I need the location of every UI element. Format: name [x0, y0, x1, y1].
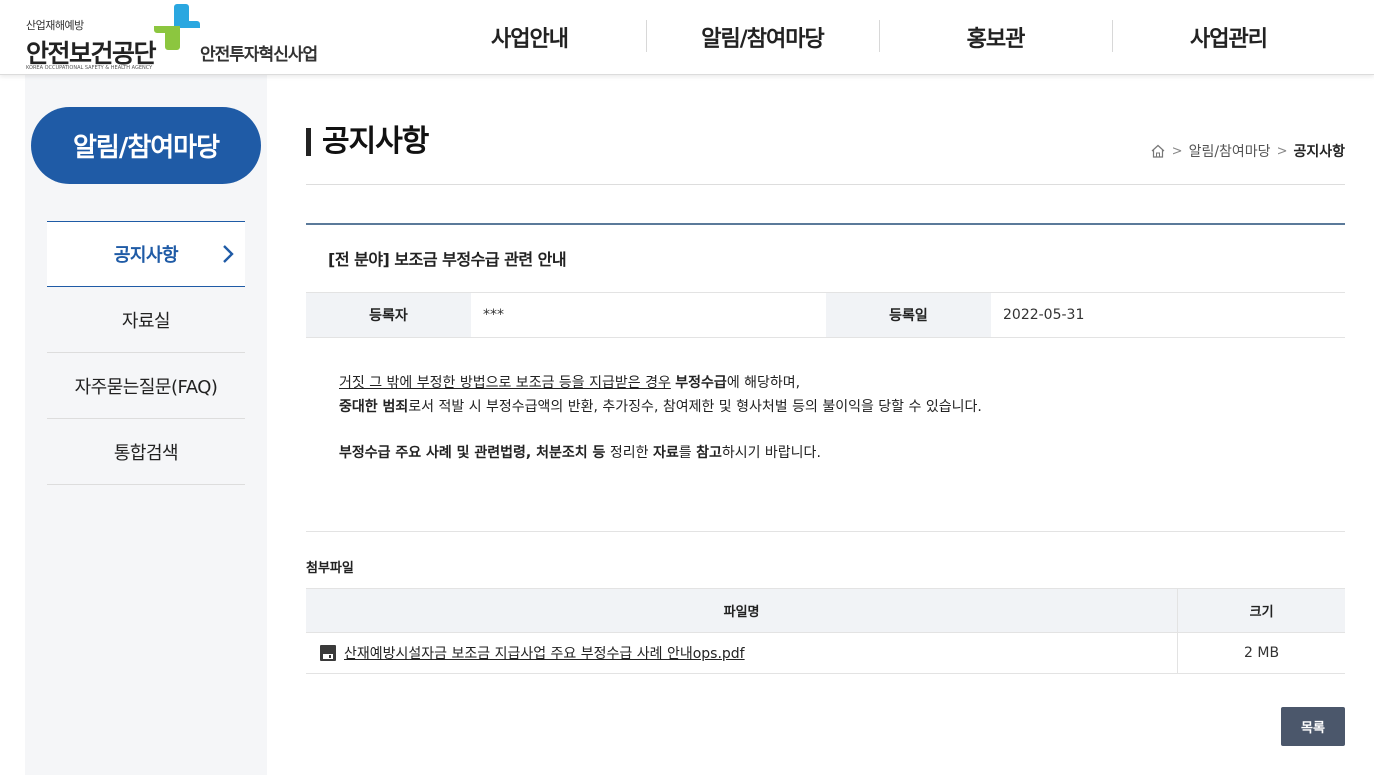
body-text-underlined: 거짓 그 밖에 부정한 방법으로 보조금 등을 지급받은 경우 [339, 375, 671, 391]
author-value: *** [483, 307, 504, 323]
body-text: 에 해당하며, [726, 375, 801, 391]
table-row: 산재예방시설자금 보조금 지급사업 주요 부정수급 사례 안내ops.pdf 2… [306, 632, 1345, 674]
chevron-right-icon: > [1171, 143, 1183, 159]
post-info-row: 등록자 *** 등록일 2022-05-31 [306, 292, 1345, 338]
sidebar-item-label: 자주묻는질문(FAQ) [74, 376, 218, 398]
site-header: 산업재해예방 안전보건공단 KOREA OCCUPATIONAL SAFETY … [0, 0, 1374, 75]
attachments-title: 첨부파일 [306, 561, 354, 576]
cross-logo-icon [154, 4, 200, 50]
gnb-item-notice-participation[interactable]: 알림/참여마당 [646, 0, 879, 74]
file-download-link[interactable]: 산재예방시설자금 보조금 지급사업 주요 부정수급 사례 안내ops.pdf [344, 643, 745, 663]
body-text: 를 [678, 445, 697, 461]
post-body: 거짓 그 밖에 부정한 방법으로 보조금 등을 지급받은 경우 부정수급에 해당… [339, 371, 1319, 465]
gnb-item-business-management[interactable]: 사업관리 [1112, 0, 1345, 74]
page-title: 공지사항 [306, 124, 429, 160]
breadcrumb-item[interactable]: 알림/참여마당 [1189, 141, 1271, 161]
breadcrumb: > 알림/참여마당 > 공지사항 [1150, 141, 1345, 161]
sidebar-item-library[interactable]: 자료실 [47, 287, 245, 353]
column-header-size: 크기 [1177, 588, 1345, 633]
home-icon[interactable] [1150, 144, 1166, 158]
date-value: 2022-05-31 [1003, 307, 1085, 323]
body-line-2: 중대한 범죄로서 적발 시 부정수급액의 반환, 추가징수, 참여제한 및 형사… [339, 395, 1319, 419]
column-header-filename: 파일명 [306, 588, 1178, 633]
logo-subtitle: 산업재해예방 [26, 19, 84, 32]
sidebar-menu: 공지사항 자료실 자주묻는질문(FAQ) 통합검색 [47, 221, 245, 485]
sidebar-item-label: 통합검색 [113, 442, 179, 464]
sidebar-item-faq[interactable]: 자주묻는질문(FAQ) [47, 353, 245, 419]
sidebar-title: 알림/참여마당 [31, 107, 261, 184]
sidebar-item-label: 자료실 [121, 310, 171, 332]
logo-project-name: 안전투자혁신사업 [200, 45, 318, 65]
disk-icon [320, 645, 336, 661]
chevron-right-icon: > [1276, 143, 1288, 159]
body-text-bold: 부정수급 [675, 375, 727, 391]
body-line-3: 부정수급 주요 사례 및 관련법령, 처분조치 등 정리한 자료를 참고하시기 … [339, 441, 1319, 465]
gnb-item-promotion[interactable]: 홍보관 [879, 0, 1112, 74]
gnb-item-business-info[interactable]: 사업안내 [413, 0, 646, 74]
title-divider [306, 184, 1345, 185]
body-text-bold: 부정수급 주요 사례 및 관련법령, 처분조치 등 [339, 445, 606, 461]
main-navigation: 사업안내 알림/참여마당 홍보관 사업관리 [413, 0, 1345, 74]
body-text-bold: 자료 [652, 445, 679, 461]
author-label: 등록자 [306, 293, 471, 337]
sidebar-item-label: 공지사항 [113, 245, 179, 266]
breadcrumb-current: 공지사항 [1293, 144, 1345, 160]
chevron-right-icon [223, 245, 234, 263]
file-size: 2 MB [1177, 632, 1345, 674]
body-line-1: 거짓 그 밖에 부정한 방법으로 보조금 등을 지급받은 경우 부정수급에 해당… [339, 371, 1319, 395]
body-text-bold: 참고 [696, 445, 722, 461]
sidebar: 알림/참여마당 공지사항 자료실 자주묻는질문(FAQ) 통합검색 [25, 74, 267, 775]
body-text: 정리한 [605, 445, 653, 461]
post-subject: [전 분야] 보조금 부정수급 관련 안내 [328, 250, 567, 269]
date-label: 등록일 [826, 293, 991, 337]
sidebar-item-search[interactable]: 통합검색 [47, 419, 245, 485]
sidebar-item-notice[interactable]: 공지사항 [47, 221, 245, 287]
body-text: 하시기 바랍니다. [721, 445, 821, 461]
attachments-table: 파일명 크기 산재예방시설자금 보조금 지급사업 주요 부정수급 사례 안내op… [306, 588, 1345, 674]
table-header-row: 파일명 크기 [306, 588, 1345, 633]
body-text: 로서 적발 시 부정수급액의 반환, 추가징수, 참여제한 및 형사처벌 등의 … [408, 399, 982, 415]
body-divider [306, 531, 1345, 532]
logo-english-name: KOREA OCCUPATIONAL SAFETY & HEALTH AGENC… [26, 65, 153, 71]
list-button[interactable]: 목록 [1281, 707, 1345, 746]
post-top-border [306, 223, 1345, 225]
body-text-bold: 중대한 범죄 [339, 399, 409, 415]
site-logo[interactable]: 산업재해예방 안전보건공단 KOREA OCCUPATIONAL SAFETY … [26, 4, 346, 71]
